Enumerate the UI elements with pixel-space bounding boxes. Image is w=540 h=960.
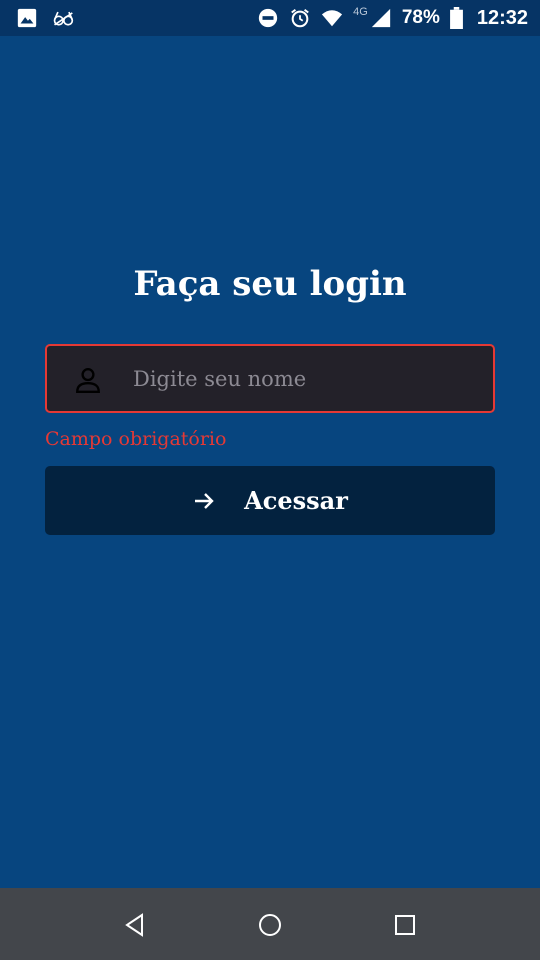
signal-icon bbox=[371, 8, 390, 28]
back-icon[interactable] bbox=[120, 910, 150, 940]
page-title: Faça seu login bbox=[133, 264, 407, 304]
name-input[interactable] bbox=[133, 346, 473, 411]
gallery-icon bbox=[17, 8, 37, 28]
battery-percent: 78% bbox=[401, 7, 440, 28]
clock: 12:32 bbox=[476, 6, 528, 29]
glasses-icon bbox=[53, 11, 74, 26]
arrow-right-icon bbox=[195, 492, 214, 509]
user-icon bbox=[76, 368, 100, 394]
do-not-disturb-icon bbox=[258, 8, 278, 28]
error-message: Campo obrigatório bbox=[45, 428, 227, 450]
recents-icon[interactable] bbox=[390, 910, 420, 940]
wifi-icon bbox=[322, 10, 343, 27]
login-screen: Faça seu login Campo obrigatório Acessar bbox=[0, 36, 540, 888]
alarm-icon bbox=[291, 8, 309, 28]
network-type: 4G bbox=[353, 6, 368, 18]
submit-button[interactable]: Acessar bbox=[45, 466, 495, 535]
name-field[interactable] bbox=[45, 344, 495, 413]
battery-icon bbox=[449, 7, 463, 29]
submit-button-label: Acessar bbox=[244, 486, 348, 515]
home-icon[interactable] bbox=[255, 910, 285, 940]
navigation-bar bbox=[0, 888, 540, 960]
status-bar: 4G 78% 12:32 bbox=[0, 0, 540, 36]
